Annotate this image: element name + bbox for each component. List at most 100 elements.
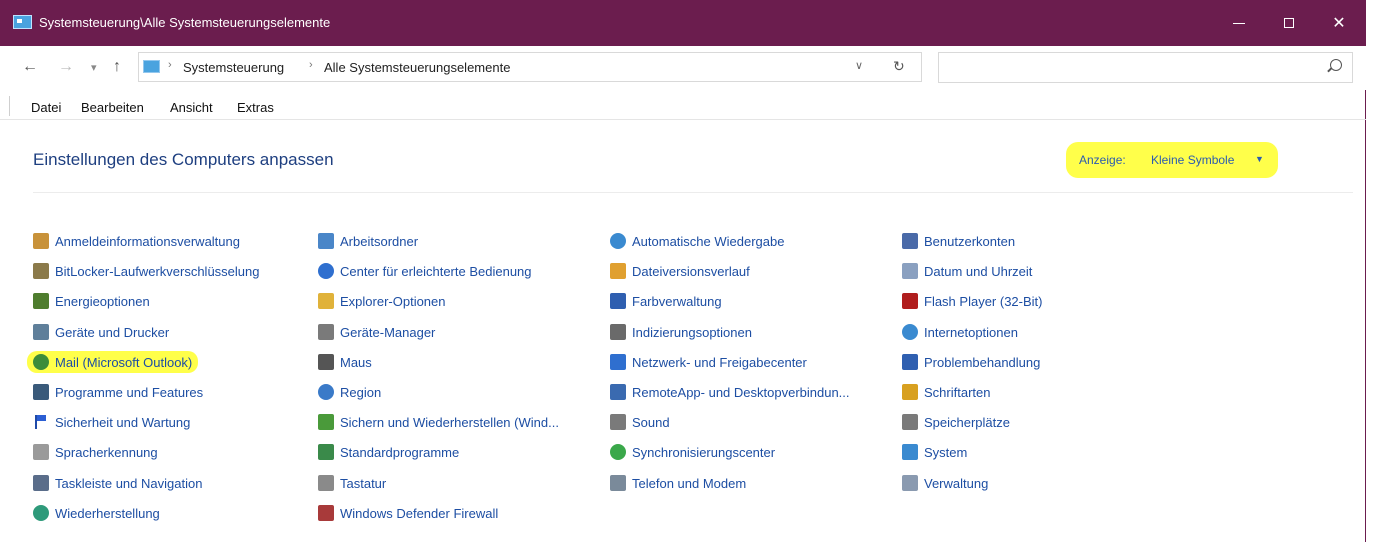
back-button[interactable]: ← xyxy=(22,58,38,76)
recovery-icon xyxy=(33,505,49,521)
address-dropdown-button[interactable]: ∨ xyxy=(855,59,863,72)
control-panel-item-label: Telefon und Modem xyxy=(632,475,747,491)
breadcrumb-all-items[interactable]: Alle Systemsteuerungselemente xyxy=(324,60,510,75)
control-panel-item[interactable]: Synchronisierungscenter xyxy=(610,441,775,463)
control-panel-item[interactable]: Center für erleichterte Bedienung xyxy=(318,260,532,282)
dropdown-arrow-icon[interactable]: ▼ xyxy=(1255,154,1264,164)
date-time-icon xyxy=(902,263,918,279)
control-panel-item-label: Geräte und Drucker xyxy=(55,324,170,340)
mouse-icon xyxy=(318,354,334,370)
control-panel-item[interactable]: System xyxy=(902,441,967,463)
control-panel-item[interactable]: Windows Defender Firewall xyxy=(318,502,498,524)
control-panel-item[interactable]: Schriftarten xyxy=(902,381,990,403)
control-panel-item[interactable]: Region xyxy=(318,381,381,403)
control-panel-item-label: Schriftarten xyxy=(924,384,991,400)
explorer-options-icon xyxy=(318,293,334,309)
indexing-icon xyxy=(610,324,626,340)
control-panel-item[interactable]: Problembehandlung xyxy=(902,351,1040,373)
control-panel-item[interactable]: Programme und Features xyxy=(33,381,203,403)
control-panel-item[interactable]: Arbeitsordner xyxy=(318,230,418,252)
breadcrumb-systemsteuerung[interactable]: Systemsteuerung xyxy=(183,60,284,75)
title-bar[interactable]: Systemsteuerung\Alle Systemsteuerungsele… xyxy=(0,0,1366,46)
minimize-button[interactable] xyxy=(1214,0,1264,46)
control-panel-icon xyxy=(13,15,32,29)
file-history-icon xyxy=(610,263,626,279)
maximize-button[interactable] xyxy=(1264,0,1314,46)
system-icon xyxy=(902,444,918,460)
control-panel-item[interactable]: Indizierungsoptionen xyxy=(610,321,752,343)
control-panel-item[interactable]: Automatische Wiedergabe xyxy=(610,230,784,252)
administration-icon xyxy=(902,475,918,491)
search-icon[interactable] xyxy=(1330,59,1342,71)
control-panel-item[interactable]: Verwaltung xyxy=(902,472,988,494)
color-management-icon xyxy=(610,293,626,309)
control-panel-item-label: Arbeitsordner xyxy=(340,233,419,249)
control-panel-item-label: Spracherkennung xyxy=(55,444,158,460)
control-panel-item[interactable]: Farbverwaltung xyxy=(610,290,722,312)
forward-button[interactable]: → xyxy=(58,58,74,76)
up-button[interactable]: ↑ xyxy=(113,58,121,76)
microphone-icon xyxy=(33,444,49,460)
control-panel-item[interactable]: Anmeldeinformationsverwaltung xyxy=(33,230,240,252)
control-panel-item-label: Maus xyxy=(340,354,372,370)
control-panel-item[interactable]: Maus xyxy=(318,351,372,373)
breadcrumb-separator[interactable]: › xyxy=(309,59,313,71)
control-panel-item[interactable]: BitLocker-Laufwerkverschlüsselung xyxy=(33,260,259,282)
control-panel-item-label: Geräte-Manager xyxy=(340,324,436,340)
control-panel-item[interactable]: Sound xyxy=(610,411,670,433)
control-panel-item[interactable]: Netzwerk- und Freigabecenter xyxy=(610,351,807,373)
control-panel-item[interactable]: Geräte-Manager xyxy=(318,321,435,343)
control-panel-item[interactable]: Sicherheit und Wartung xyxy=(33,411,190,433)
view-selector[interactable]: Anzeige: Kleine Symbole ▼ xyxy=(1066,142,1278,178)
control-panel-window: Systemsteuerung\Alle Systemsteuerungsele… xyxy=(0,0,1366,542)
menu-ansicht[interactable]: Ansicht xyxy=(170,100,213,115)
ease-of-access-icon xyxy=(318,263,334,279)
address-bar[interactable]: › Systemsteuerung › Alle Systemsteuerung… xyxy=(138,52,922,82)
control-panel-item[interactable]: Speicherplätze xyxy=(902,411,1010,433)
control-panel-item[interactable]: Tastatur xyxy=(318,472,386,494)
breadcrumb-separator[interactable]: › xyxy=(168,59,172,71)
divider xyxy=(33,192,1353,193)
close-icon: ✕ xyxy=(1332,15,1346,32)
menu-grip xyxy=(9,96,10,116)
control-panel-item[interactable]: Telefon und Modem xyxy=(610,472,746,494)
troubleshooting-icon xyxy=(902,354,918,370)
view-value[interactable]: Kleine Symbole xyxy=(1151,153,1234,167)
control-panel-item-label: Dateiversionsverlauf xyxy=(632,263,750,279)
control-panel-item[interactable]: Geräte und Drucker xyxy=(33,321,169,343)
control-panel-item-label: Verwaltung xyxy=(924,475,989,491)
control-panel-item[interactable]: Mail (Microsoft Outlook) xyxy=(27,351,199,373)
control-panel-item[interactable]: Dateiversionsverlauf xyxy=(610,260,750,282)
control-panel-item[interactable]: Standardprogramme xyxy=(318,441,459,463)
control-panel-item-label: Anmeldeinformationsverwaltung xyxy=(55,233,240,249)
control-panel-item-label: BitLocker-Laufwerkverschlüsselung xyxy=(55,263,260,279)
search-box[interactable] xyxy=(938,52,1353,83)
control-panel-item-label: Farbverwaltung xyxy=(632,293,722,309)
control-panel-item[interactable]: Internetoptionen xyxy=(902,321,1018,343)
region-icon xyxy=(318,384,334,400)
control-panel-item[interactable]: Flash Player (32-Bit) xyxy=(902,290,1042,312)
control-panel-item[interactable]: Energieoptionen xyxy=(33,290,150,312)
control-panel-item[interactable]: Sichern und Wiederherstellen (Wind... xyxy=(318,411,559,433)
control-panel-item[interactable]: Spracherkennung xyxy=(33,441,158,463)
control-panel-item[interactable]: Benutzerkonten xyxy=(902,230,1015,252)
control-panel-item[interactable]: Explorer-Optionen xyxy=(318,290,446,312)
control-panel-item[interactable]: Wiederherstellung xyxy=(33,502,160,524)
power-options-icon xyxy=(33,293,49,309)
security-flag-icon xyxy=(33,414,49,430)
menu-datei[interactable]: Datei xyxy=(31,100,61,115)
control-panel-item-label: Sichern und Wiederherstellen (Wind... xyxy=(340,414,559,430)
maximize-icon xyxy=(1284,18,1294,28)
menu-bearbeiten[interactable]: Bearbeiten xyxy=(81,100,144,115)
phone-modem-icon xyxy=(610,475,626,491)
autoplay-icon xyxy=(610,233,626,249)
close-button[interactable]: ✕ xyxy=(1314,0,1364,46)
control-panel-item[interactable]: Taskleiste und Navigation xyxy=(33,472,202,494)
fonts-icon xyxy=(902,384,918,400)
control-panel-item[interactable]: Datum und Uhrzeit xyxy=(902,260,1032,282)
refresh-button[interactable]: ↻ xyxy=(893,58,905,75)
recent-locations-button[interactable]: ▾ xyxy=(91,61,97,74)
control-panel-item[interactable]: RemoteApp- und Desktopverbindun... xyxy=(610,381,850,403)
menu-extras[interactable]: Extras xyxy=(237,100,274,115)
search-input[interactable] xyxy=(945,57,1309,80)
